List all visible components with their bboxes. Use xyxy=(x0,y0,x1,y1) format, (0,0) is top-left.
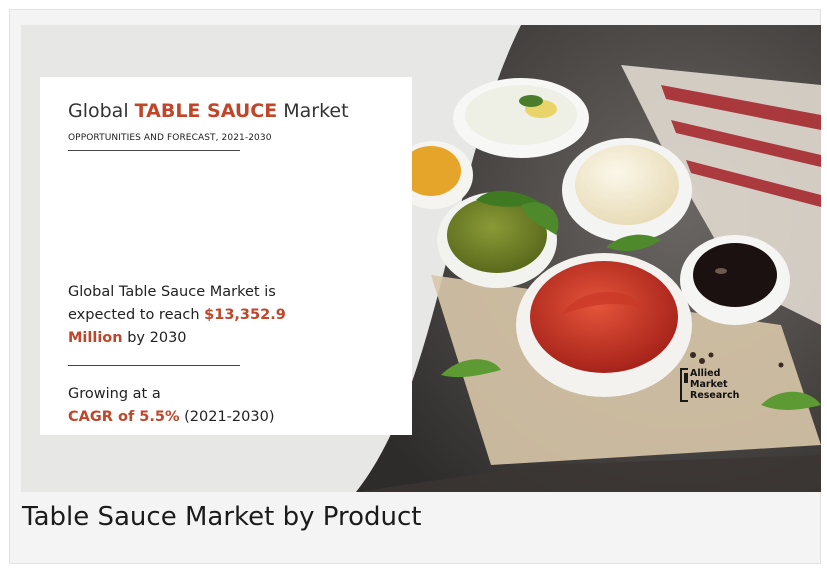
banner-subtitle: OPPORTUNITIES AND FORECAST, 2021-2030 xyxy=(68,133,272,143)
growth-cagr: CAGR of 5.5% xyxy=(68,409,180,425)
title-prefix: Global xyxy=(68,100,129,122)
divider xyxy=(68,150,240,151)
divider xyxy=(68,365,240,366)
growth-line: Growing at a xyxy=(68,386,161,402)
title-strong: TABLE SAUCE xyxy=(134,100,278,122)
banner-text-card: Global TABLE SAUCE Market OPPORTUNITIES … xyxy=(40,77,412,435)
growth-period: (2021-2030) xyxy=(184,409,275,425)
logo-text: Allied Market Research xyxy=(690,368,740,401)
stat-line1: Global Table Sauce Market is xyxy=(68,284,276,300)
allied-market-research-logo: Allied Market Research xyxy=(680,368,752,408)
stat-tail: by 2030 xyxy=(127,330,187,346)
market-size-statement: Global Table Sauce Market is expected to… xyxy=(68,281,398,350)
growth-statement: Growing at a CAGR of 5.5% (2021-2030) xyxy=(68,383,274,429)
stat-line2: expected to reach xyxy=(68,307,200,323)
figure-caption: Table Sauce Market by Product xyxy=(22,502,422,532)
banner-title: Global TABLE SAUCE Market xyxy=(68,100,349,122)
market-banner-image: Global TABLE SAUCE Market OPPORTUNITIES … xyxy=(21,25,821,492)
logo-mark-icon xyxy=(680,368,688,402)
title-suffix: Market xyxy=(283,100,349,122)
stat-value: $13,352.9 xyxy=(204,307,286,323)
stat-unit: Million xyxy=(68,330,123,346)
